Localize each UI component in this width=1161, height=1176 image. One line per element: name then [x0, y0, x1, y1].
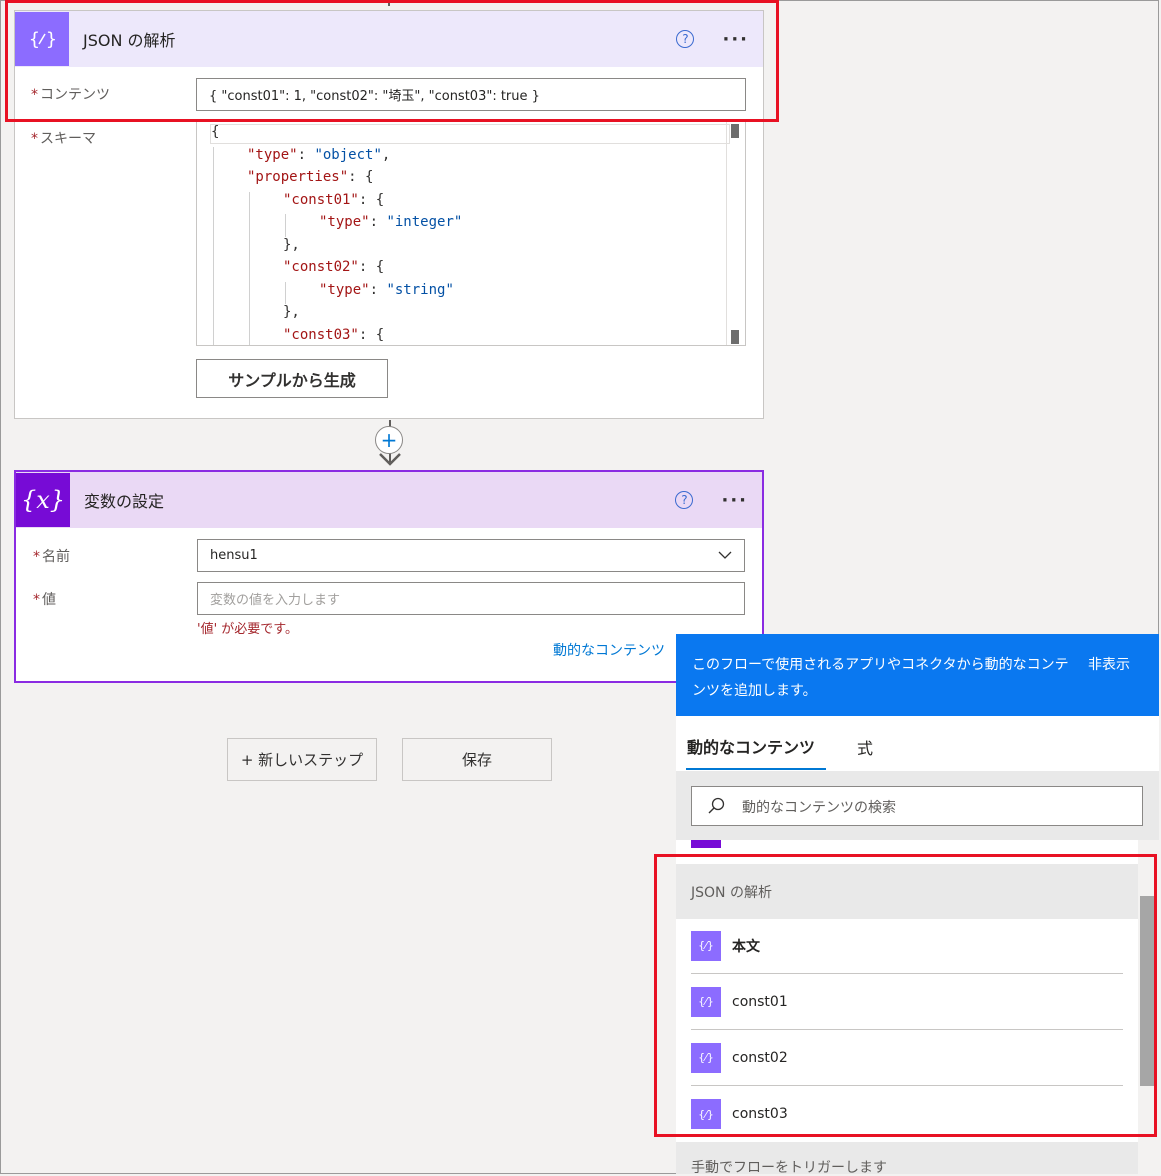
indent-guide [249, 281, 250, 304]
previous-group-icon [691, 840, 721, 848]
schema-line: { [211, 124, 220, 140]
insert-step-button[interactable]: + [375, 426, 403, 454]
value-error: '値' が必要です。 [197, 622, 298, 637]
search-icon [708, 797, 725, 814]
schema-cursor-line [210, 124, 730, 144]
indent-guide [213, 146, 214, 169]
tab-dynamic-content[interactable]: 動的なコンテンツ [687, 734, 815, 758]
more-options-icon[interactable]: ··· [721, 490, 748, 511]
schema-line: "properties": { [247, 169, 374, 185]
scroll-thumb-bottom [731, 330, 739, 344]
name-dropdown[interactable]: hensu1 [197, 539, 745, 572]
indent-guide [213, 236, 214, 259]
schema-line: "const02": { [283, 259, 385, 275]
new-step-button[interactable]: + 新しいステップ [227, 738, 377, 781]
schema-editor[interactable]: { "type": "object", "properties": { "const0… [196, 121, 746, 346]
save-button[interactable]: 保存 [402, 738, 552, 781]
set-variable-card: {x} 変数の設定 ? ··· * 名前 hensu1 * 値 変数の値を入力します… [14, 470, 764, 683]
highlight-dynamic-items [654, 854, 1157, 1137]
panel-info-banner: このフローで使用されるアプリやコネクタから動的なコンテンツを追加します。 非表示 [676, 634, 1159, 716]
panel-search-placeholder: 動的なコンテンツの検索 [742, 800, 896, 816]
generate-from-sample-button[interactable]: サンプルから生成 [196, 359, 388, 398]
schema-line: }, [283, 236, 300, 253]
indent-guide [213, 259, 214, 282]
indent-guide [213, 281, 214, 304]
indent-guide [213, 169, 214, 192]
indent-guide [249, 214, 250, 237]
schema-line: "type": "object", [247, 146, 391, 163]
indent-guide [249, 304, 250, 327]
value-label: * 値 [33, 592, 56, 608]
set-variable-header[interactable]: {x} 変数の設定 ? ··· [16, 472, 762, 528]
chevron-down-icon [718, 551, 732, 559]
indent-guide [213, 304, 214, 327]
panel-info-text: このフローで使用されるアプリやコネクタから動的なコンテンツを追加します。 [692, 657, 1069, 699]
next-group-header[interactable]: 手動でフローをトリガーします [676, 1142, 1138, 1174]
next-group-title: 手動でフローをトリガーします [691, 1160, 887, 1174]
value-input[interactable]: 変数の値を入力します [197, 582, 745, 615]
indent-guide [249, 236, 250, 259]
arrow-down-icon [379, 453, 401, 466]
panel-search-box[interactable]: 動的なコンテンツの検索 [691, 786, 1143, 826]
indent-guide [249, 259, 250, 282]
schema-line: "type": "integer" [319, 214, 463, 230]
scroll-thumb-top [731, 124, 739, 138]
schema-line: "const03": { [283, 326, 385, 343]
dynamic-content-link[interactable]: 動的なコンテンツ [553, 640, 665, 660]
variable-icon: {x} [16, 473, 70, 527]
indent-guide [249, 191, 250, 214]
indent-guide [213, 326, 214, 345]
help-icon[interactable]: ? [675, 491, 694, 509]
hide-button[interactable]: 非表示 [1088, 654, 1130, 674]
indent-guide [285, 281, 286, 304]
tab-active-indicator [686, 768, 826, 770]
tab-expression[interactable]: 式 [857, 735, 873, 759]
highlight-parse-json [5, 0, 779, 122]
indent-guide [213, 191, 214, 214]
indent-guide [213, 214, 214, 237]
schema-scrollbar[interactable] [726, 122, 745, 345]
schema-line: "type": "string" [319, 281, 454, 298]
indent-guide [249, 326, 250, 345]
name-value: hensu1 [210, 548, 258, 563]
schema-line: }, [283, 304, 300, 320]
indent-guide [285, 214, 286, 237]
schema-line: "const01": { [283, 191, 385, 208]
schema-label: * スキーマ [31, 131, 96, 147]
name-label: * 名前 [33, 549, 70, 565]
set-variable-title: 変数の設定 [84, 492, 165, 511]
